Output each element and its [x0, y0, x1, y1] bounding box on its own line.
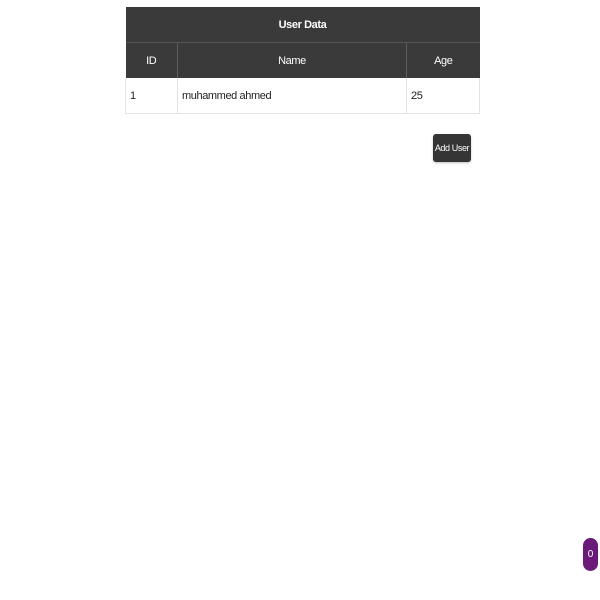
counter-badge-count: 0	[587, 549, 594, 560]
column-header-name: Name	[177, 42, 407, 78]
cell-id: 1	[125, 78, 178, 114]
page: User Data ID Name Age 1 muhammed ahmed 2…	[0, 0, 600, 600]
user-data-table: User Data ID Name Age 1 muhammed ahmed 2…	[125, 7, 480, 114]
add-user-button[interactable]: Add User	[433, 134, 471, 162]
cell-age: 25	[406, 78, 480, 114]
counter-badge[interactable]: 0	[583, 538, 598, 571]
column-header-id: ID	[125, 42, 178, 78]
table-caption-row: User Data	[125, 7, 480, 43]
cell-name: muhammed ahmed	[177, 78, 407, 114]
column-header-age: Age	[406, 42, 480, 78]
table-row: 1 muhammed ahmed 25	[125, 78, 480, 114]
user-data-table-container: User Data ID Name Age 1 muhammed ahmed 2…	[125, 7, 480, 114]
table-caption: User Data	[125, 7, 480, 43]
table-header-row: ID Name Age	[125, 42, 480, 78]
